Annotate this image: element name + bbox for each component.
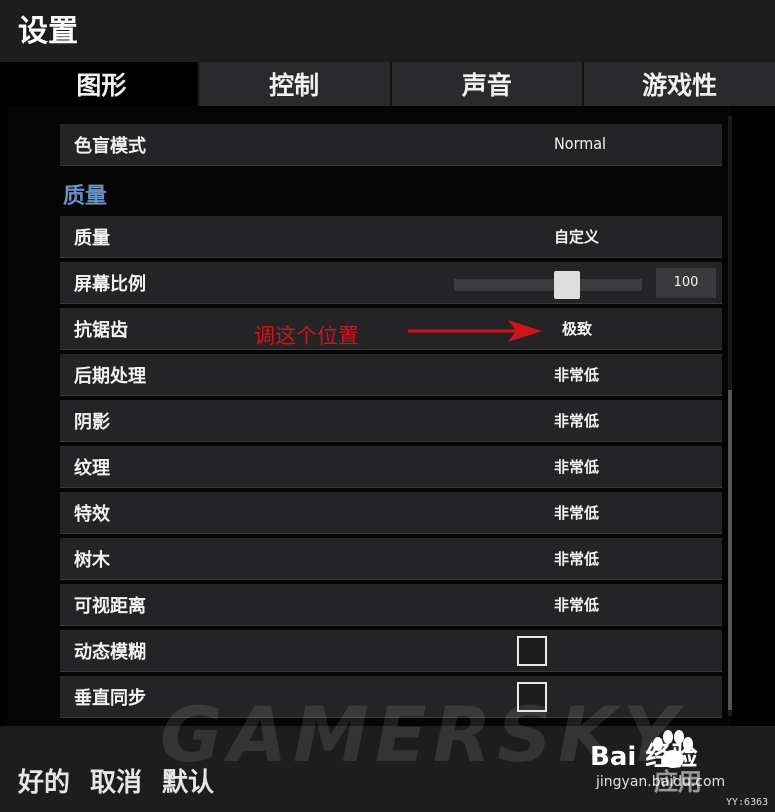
window-title: 设置	[18, 14, 78, 49]
setting-row-foliage[interactable]: 树木 非常低	[60, 538, 722, 580]
red-arrow-icon	[408, 320, 542, 342]
setting-row-screen-scale: 屏幕比例 100	[60, 262, 722, 304]
setting-row-textures[interactable]: 纹理 非常低	[60, 446, 722, 488]
setting-row-post-processing[interactable]: 后期处理 非常低	[60, 354, 722, 396]
setting-value[interactable]: 非常低	[554, 364, 599, 385]
section-title-quality: 质量	[63, 184, 108, 209]
setting-row-view-distance[interactable]: 可视距离 非常低	[60, 584, 722, 626]
setting-value[interactable]: 非常低	[554, 410, 599, 431]
setting-value[interactable]: 非常低	[554, 456, 599, 477]
settings-header: 设置	[0, 0, 775, 62]
setting-row-quality[interactable]: 质量 自定义	[60, 216, 722, 258]
setting-value[interactable]: Normal	[554, 134, 606, 153]
setting-label: 色盲模式	[74, 136, 146, 157]
motion-blur-checkbox[interactable]	[517, 636, 547, 666]
cancel-button[interactable]: 取消	[90, 762, 142, 799]
setting-value[interactable]: 非常低	[554, 594, 599, 615]
setting-label: 动态模糊	[74, 642, 146, 663]
setting-label: 可视距离	[74, 596, 146, 617]
tab-gameplay[interactable]: 游戏性	[582, 62, 775, 106]
tab-audio[interactable]: 声音	[389, 62, 583, 106]
screen-scale-slider-track[interactable]	[454, 279, 642, 291]
setting-row-effects[interactable]: 特效 非常低	[60, 492, 722, 534]
setting-label: 质量	[74, 228, 110, 249]
tab-controls[interactable]: 控制	[196, 62, 390, 106]
settings-content: 色盲模式 Normal 质量 质量 自定义 屏幕比例 100 抗锯齿 极致 后期…	[6, 106, 731, 726]
setting-label: 屏幕比例	[74, 274, 146, 295]
setting-row-antialiasing[interactable]: 抗锯齿 极致	[60, 308, 722, 350]
setting-value[interactable]: 极致	[562, 318, 592, 339]
setting-value[interactable]: 自定义	[554, 226, 599, 247]
annotation-text: 调这个位置	[254, 324, 359, 348]
setting-row-motion-blur: 动态模糊	[60, 630, 722, 672]
image-code: YY:6363	[726, 797, 769, 808]
setting-label: 纹理	[74, 458, 110, 479]
ok-button[interactable]: 好的	[18, 762, 70, 799]
setting-label: 垂直同步	[74, 688, 146, 709]
tab-bar: 图形 控制 声音 游戏性	[6, 62, 775, 106]
setting-label: 特效	[74, 504, 110, 525]
setting-label: 阴影	[74, 412, 110, 433]
app-watermark-text: 应用	[654, 768, 702, 796]
setting-label: 后期处理	[74, 366, 146, 387]
setting-row-shadows[interactable]: 阴影 非常低	[60, 400, 722, 442]
screen-scale-value-field[interactable]: 100	[656, 268, 716, 298]
setting-value[interactable]: 非常低	[554, 502, 599, 523]
setting-label: 抗锯齿	[74, 320, 128, 341]
tab-graphics[interactable]: 图形	[6, 62, 197, 106]
setting-row-colorblind[interactable]: 色盲模式 Normal	[60, 124, 722, 166]
setting-label: 树木	[74, 550, 110, 571]
screen-scale-slider-handle[interactable]	[553, 271, 580, 299]
scrollbar-thumb[interactable]	[728, 390, 732, 710]
setting-value[interactable]: 非常低	[554, 548, 599, 569]
